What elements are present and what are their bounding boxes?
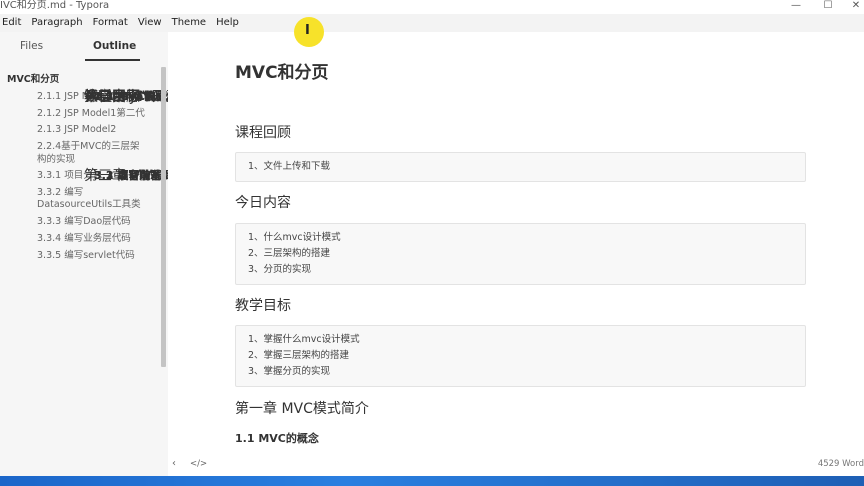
- sidebar-tabs: Files Outline: [0, 32, 160, 62]
- taskbar: [0, 476, 864, 486]
- tab-outline[interactable]: Outline: [93, 40, 136, 52]
- status-bar: ‹ </> 4529 Word: [168, 455, 864, 475]
- outline-item[interactable]: 2.1.2 JSP Model1第二代: [0, 106, 160, 123]
- source-code-mode-icon[interactable]: </>: [190, 459, 207, 469]
- code-block-goals[interactable]: 1、掌握什么mvc设计模式 2、掌握三层架构的搭建 3、掌握分页的实现: [235, 325, 806, 387]
- word-count[interactable]: 4529 Word: [818, 459, 864, 469]
- code-block-today[interactable]: 1、什么mvc设计模式 2、三层架构的搭建 3、分页的实现: [235, 223, 806, 285]
- outline-item[interactable]: 2.2.4基于MVC的三层架构的实现: [0, 139, 160, 168]
- toggle-sidebar-icon[interactable]: ‹: [172, 458, 176, 469]
- code-line: 1、文件上传和下载: [248, 161, 331, 172]
- active-tab-indicator: [85, 59, 140, 61]
- outline-item[interactable]: 3.3.5 编写servlet代码: [0, 248, 160, 265]
- heading-chapter1: 第一章 MVC模式简介: [235, 401, 369, 417]
- minimize-button[interactable]: —: [782, 0, 810, 12]
- menu-view[interactable]: View: [133, 14, 167, 32]
- menu-format[interactable]: Format: [88, 14, 133, 32]
- outline-item[interactable]: 3.3 准备编写java代码: [67, 168, 168, 185]
- outline-item[interactable]: 3.3.3 编写Dao层代码: [0, 214, 160, 231]
- menu-edit[interactable]: Edit: [0, 14, 26, 32]
- tab-files[interactable]: Files: [20, 40, 43, 52]
- code-line: 1、什么mvc设计模式: [248, 232, 341, 243]
- maximize-button[interactable]: ☐: [814, 0, 842, 12]
- outline-list: MVC和分页课程回顾今日内容教学目标第一章 MVC模式简介1.1 MVC的概念1…: [0, 72, 168, 265]
- window-title: IVC和分页.md - Typora: [0, 0, 110, 11]
- text-cursor-icon: I: [305, 23, 310, 38]
- title-bar: IVC和分页.md - Typora — ☐ ✕: [0, 0, 864, 14]
- heading-1-1: 1.1 MVC的概念: [235, 432, 319, 445]
- menu-help[interactable]: Help: [211, 14, 244, 32]
- outline-item[interactable]: 3.3.2 编写DatasourceUtils工具类: [0, 185, 160, 214]
- menu-bar: Edit Paragraph Format View Theme Help: [0, 14, 864, 32]
- sidebar: Files Outline MVC和分页课程回顾今日内容教学目标第一章 MVC模…: [0, 32, 168, 476]
- heading-review: 课程回顾: [235, 125, 291, 141]
- editor-area[interactable]: MVC和分页 课程回顾 1、文件上传和下载 今日内容 1、什么mvc设计模式 2…: [168, 32, 864, 476]
- code-line: 3、分页的实现: [248, 264, 312, 275]
- close-button[interactable]: ✕: [842, 0, 864, 12]
- sidebar-scrollbar[interactable]: [161, 67, 166, 367]
- outline-item[interactable]: MVC和分页: [0, 72, 160, 89]
- menu-theme[interactable]: Theme: [167, 14, 212, 32]
- outline-item[interactable]: 2.1 JavaWeb经历三个时期: [67, 89, 168, 106]
- code-block-review[interactable]: 1、文件上传和下载: [235, 152, 806, 182]
- outline-item[interactable]: 2.1.3 JSP Model2: [0, 122, 160, 139]
- code-line: 3、掌握分页的实现: [248, 366, 331, 377]
- outline-item[interactable]: 3.3.4 编写业务层代码: [0, 231, 160, 248]
- menu-paragraph[interactable]: Paragraph: [26, 14, 87, 32]
- code-line: 2、掌握三层架构的搭建: [248, 350, 350, 361]
- document-title: MVC和分页: [235, 63, 329, 83]
- code-line: 1、掌握什么mvc设计模式: [248, 334, 360, 345]
- heading-goals: 教学目标: [235, 298, 291, 314]
- heading-today: 今日内容: [235, 195, 291, 211]
- code-line: 2、三层架构的搭建: [248, 248, 331, 259]
